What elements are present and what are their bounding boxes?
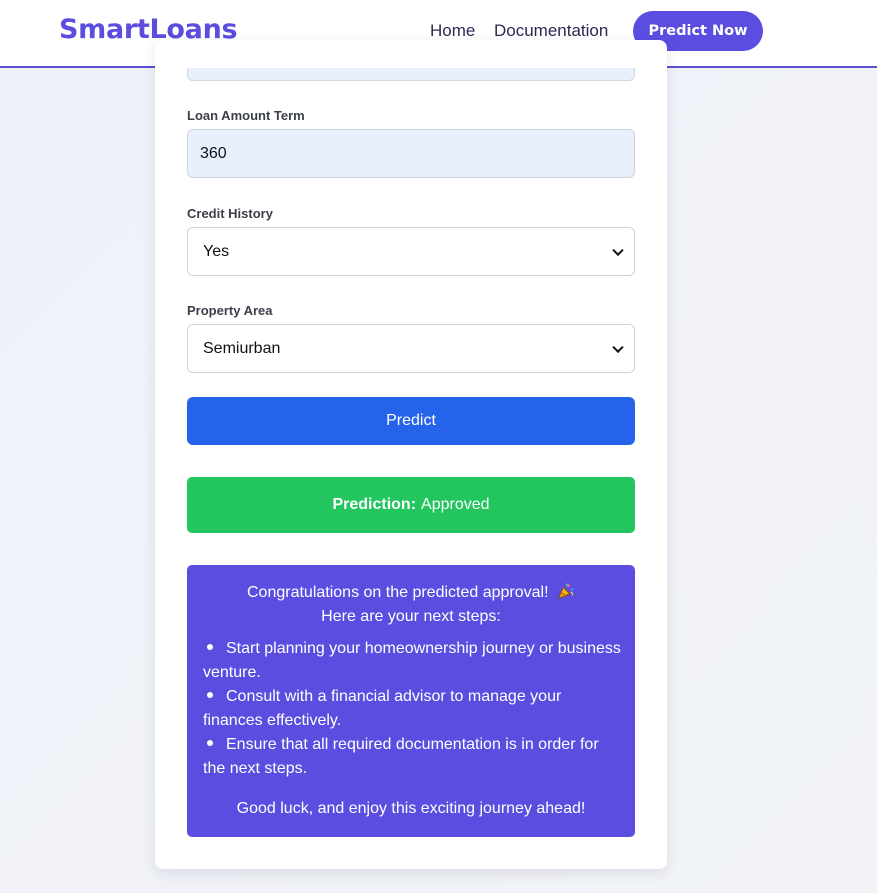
credit-history-select[interactable]: Yes (187, 227, 635, 276)
credit-history-value: Yes (203, 242, 230, 260)
next-step-text: Consult with a financial advisor to mana… (203, 688, 562, 729)
prediction-value: Approved (421, 496, 490, 513)
previous-input-field[interactable] (187, 68, 635, 81)
list-item: Consult with a financial advisor to mana… (203, 685, 623, 733)
next-steps-list: Start planning your homeownership journe… (203, 637, 623, 781)
loan-term-value: 360 (200, 144, 227, 162)
prediction-label: Prediction: (332, 496, 417, 513)
next-steps-panel: Congratulations on the predicted approva… (187, 565, 635, 837)
congrats-headline: Congratulations on the predicted approva… (247, 584, 549, 601)
bullet-icon (207, 644, 213, 651)
credit-history-label: Credit History (187, 206, 273, 221)
loan-term-input[interactable]: 360 (187, 129, 635, 178)
property-area-value: Semiurban (203, 339, 281, 357)
next-steps-subhead: Here are your next steps: (321, 608, 501, 625)
next-step-text: Start planning your homeownership journe… (203, 640, 621, 681)
party-popper-icon (558, 583, 574, 599)
next-steps-header: Congratulations on the predicted approva… (187, 581, 635, 629)
bullet-icon (207, 740, 213, 747)
list-item: Ensure that all required documentation i… (203, 733, 623, 781)
bullet-icon (207, 692, 213, 699)
chevron-down-icon (612, 244, 624, 256)
property-area-label: Property Area (187, 303, 273, 318)
nav-link-documentation[interactable]: Documentation (494, 21, 608, 41)
loan-term-label: Loan Amount Term (187, 108, 305, 123)
property-area-select[interactable]: Semiurban (187, 324, 635, 373)
next-step-text: Ensure that all required documentation i… (203, 736, 599, 777)
list-item: Start planning your homeownership journe… (203, 637, 623, 685)
chevron-down-icon (612, 341, 624, 353)
prediction-result: Prediction: Approved (187, 477, 635, 533)
next-steps-footer: Good luck, and enjoy this exciting journ… (236, 800, 586, 817)
predict-button[interactable]: Predict (187, 397, 635, 445)
nav-link-home[interactable]: Home (430, 21, 475, 41)
